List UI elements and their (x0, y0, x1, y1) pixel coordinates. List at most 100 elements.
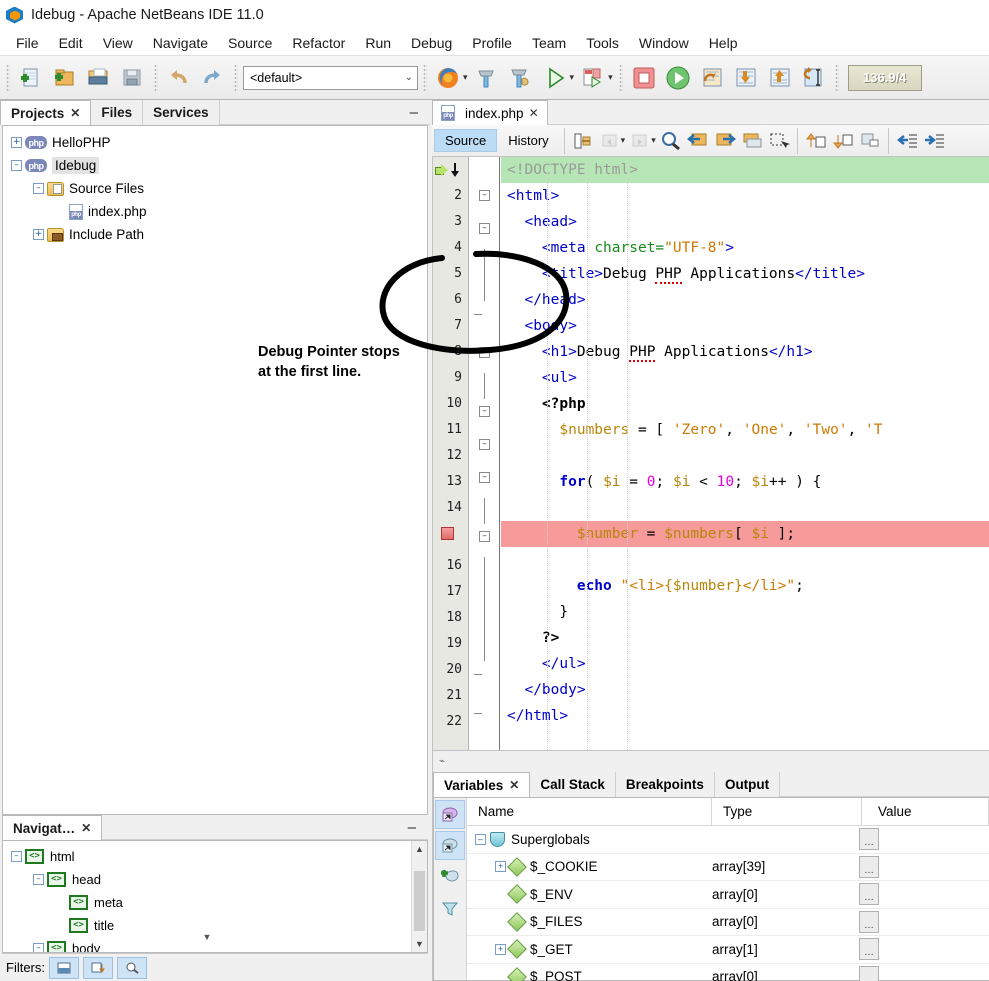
tree-item-source-files[interactable]: – Source Files (5, 177, 425, 200)
projects-minimize-button[interactable]: – (406, 105, 422, 120)
chevron-up-icon[interactable]: ▲ (412, 841, 427, 857)
stop-session-icon[interactable] (628, 62, 660, 94)
fold-marker-line-9[interactable]: – (470, 406, 499, 432)
firefox-browser-icon[interactable] (432, 62, 464, 94)
gutter-line-3[interactable]: 3 (433, 209, 468, 235)
variables-row[interactable]: + $_GET array[1]… (467, 936, 989, 964)
collapse-icon[interactable]: – (11, 160, 22, 171)
tab-services[interactable]: Services (143, 100, 220, 125)
variable-value-expand-button[interactable]: … (859, 828, 879, 850)
gutter-line-11[interactable]: 11 (433, 417, 468, 443)
clean-and-build-icon[interactable] (505, 62, 537, 94)
menu-item-navigate[interactable]: Navigate (143, 33, 218, 53)
code-editor[interactable]: 2 3 4 5 6 7 8 9 10 11 12 13 14 16 17 18 19 20 21 22 – – – – – – –… (432, 157, 989, 772)
tree-item-hellophp[interactable]: + php HelloPHP (5, 131, 425, 154)
find-selection-icon[interactable] (658, 128, 684, 154)
gutter-line-7[interactable]: 7 (433, 313, 468, 339)
editor-fold-column[interactable]: – – – – – – – (470, 157, 500, 772)
column-header-type[interactable]: Type (712, 798, 862, 825)
open-project-icon[interactable] (83, 62, 115, 94)
code-line-1[interactable]: <!DOCTYPE html> (501, 157, 989, 183)
menu-item-window[interactable]: Window (629, 33, 699, 53)
expand-icon[interactable]: + (495, 943, 506, 955)
collapse-icon[interactable]: – (33, 943, 44, 952)
fold-marker-line-2[interactable]: – (470, 190, 499, 216)
continue-icon[interactable] (662, 62, 694, 94)
collapse-icon[interactable]: – (33, 874, 44, 885)
tab-call-stack[interactable]: Call Stack (530, 772, 616, 797)
toggle-rectangular-selection-icon[interactable] (766, 128, 792, 154)
tree-item-include-path[interactable]: + Include Path (5, 223, 425, 246)
menu-item-source[interactable]: Source (218, 33, 282, 53)
navigator-minimize-button[interactable]: – (404, 820, 420, 835)
code-line-6[interactable]: </head> (501, 287, 989, 313)
close-icon[interactable]: ✕ (509, 778, 519, 792)
step-out-icon[interactable] (764, 62, 796, 94)
fold-marker-line-11[interactable]: – (470, 472, 499, 498)
code-line-10[interactable]: <?php (501, 391, 989, 417)
fold-marker-line-3[interactable]: – (470, 223, 499, 249)
fold-marker-line-10[interactable]: – (470, 439, 499, 465)
comment-icon[interactable] (857, 128, 883, 154)
gutter-line-13[interactable]: 13 (433, 469, 468, 495)
gutter-line-21[interactable]: 21 (433, 683, 468, 709)
gutter-line-10[interactable]: 10 (433, 391, 468, 417)
gutter-line-5[interactable]: 5 (433, 261, 468, 287)
memory-gauge[interactable]: 136.9/4 (847, 64, 922, 91)
tab-output[interactable]: Output (715, 772, 781, 797)
gutter-line-22[interactable]: 22 (433, 709, 468, 735)
code-line-3[interactable]: <head> (501, 209, 989, 235)
gutter-line-2[interactable]: 2 (433, 183, 468, 209)
collapse-icon[interactable]: – (33, 183, 44, 194)
code-line-4[interactable]: <meta charset="UTF-8"> (501, 235, 989, 261)
code-line-17[interactable]: echo "<li>{$number}</li>"; (501, 573, 989, 599)
shift-right-icon[interactable] (921, 128, 947, 154)
code-line-8[interactable]: <h1>Debug PHP Applications</h1> (501, 339, 989, 365)
gutter-line-1[interactable] (433, 157, 468, 183)
menu-item-help[interactable]: Help (699, 33, 748, 53)
variables-row[interactable]: $_ENV array[0]… (467, 881, 989, 909)
expand-icon[interactable]: + (11, 137, 22, 148)
tab-variables[interactable]: Variables ✕ (433, 772, 531, 797)
code-line-7[interactable]: <body> (501, 313, 989, 339)
add-watch-icon[interactable] (435, 862, 465, 891)
variables-row[interactable]: + $_COOKIE array[39]… (467, 854, 989, 881)
create-variable-icon[interactable] (435, 831, 465, 860)
save-all-icon[interactable] (117, 62, 149, 94)
editor-view-history-button[interactable]: History (498, 130, 558, 151)
collapse-icon[interactable]: – (475, 833, 486, 845)
scrollbar-thumb[interactable] (414, 871, 425, 931)
gutter-line-18[interactable]: 18 (433, 605, 468, 631)
expand-icon[interactable]: + (33, 229, 44, 240)
close-icon[interactable]: ✕ (529, 106, 539, 120)
editor-code-lines[interactable]: <!DOCTYPE html> <html> <head> <meta chars… (501, 157, 989, 729)
shift-line-down-icon[interactable] (830, 128, 856, 154)
redo-icon[interactable] (197, 62, 229, 94)
code-line-18[interactable]: } (501, 599, 989, 625)
gutter-line-17[interactable]: 17 (433, 579, 468, 605)
new-project-icon[interactable] (49, 62, 81, 94)
step-into-icon[interactable] (730, 62, 762, 94)
variables-table-rows[interactable]: – Superglobals… + $_COOKIE array[39]… $_ENV ar… (467, 826, 989, 981)
tree-item-index-php[interactable]: php index.php (5, 200, 425, 223)
breakpoint-icon[interactable] (441, 527, 454, 540)
code-line-21[interactable]: </body> (501, 677, 989, 703)
code-line-2[interactable]: <html> (501, 183, 989, 209)
menu-item-refactor[interactable]: Refactor (282, 33, 355, 53)
collapse-icon[interactable]: – (11, 851, 22, 862)
variable-value-expand-button[interactable]: … (859, 910, 879, 933)
close-icon[interactable]: ✕ (70, 106, 80, 120)
variables-row[interactable]: $_FILES array[0]… (467, 909, 989, 936)
tab-navigator[interactable]: Navigat… ✕ (2, 815, 103, 840)
toggle-bookmark-icon[interactable] (570, 128, 596, 154)
evaluate-expression-icon[interactable] (435, 800, 465, 829)
variables-row[interactable]: $_POST array[0]… (467, 964, 989, 981)
projects-tree[interactable]: + php HelloPHP – php Idebug – Source Files php in… (3, 126, 427, 251)
chevron-down-icon[interactable]: ▼ (412, 936, 427, 952)
menu-item-edit[interactable]: Edit (49, 33, 93, 53)
new-file-icon[interactable] (15, 62, 47, 94)
filter-html-icon[interactable] (49, 956, 79, 979)
menu-item-profile[interactable]: Profile (462, 33, 522, 53)
editor-code-area[interactable]: <!DOCTYPE html> <html> <head> <meta chars… (501, 157, 989, 772)
code-line-19[interactable]: ?> (501, 625, 989, 651)
